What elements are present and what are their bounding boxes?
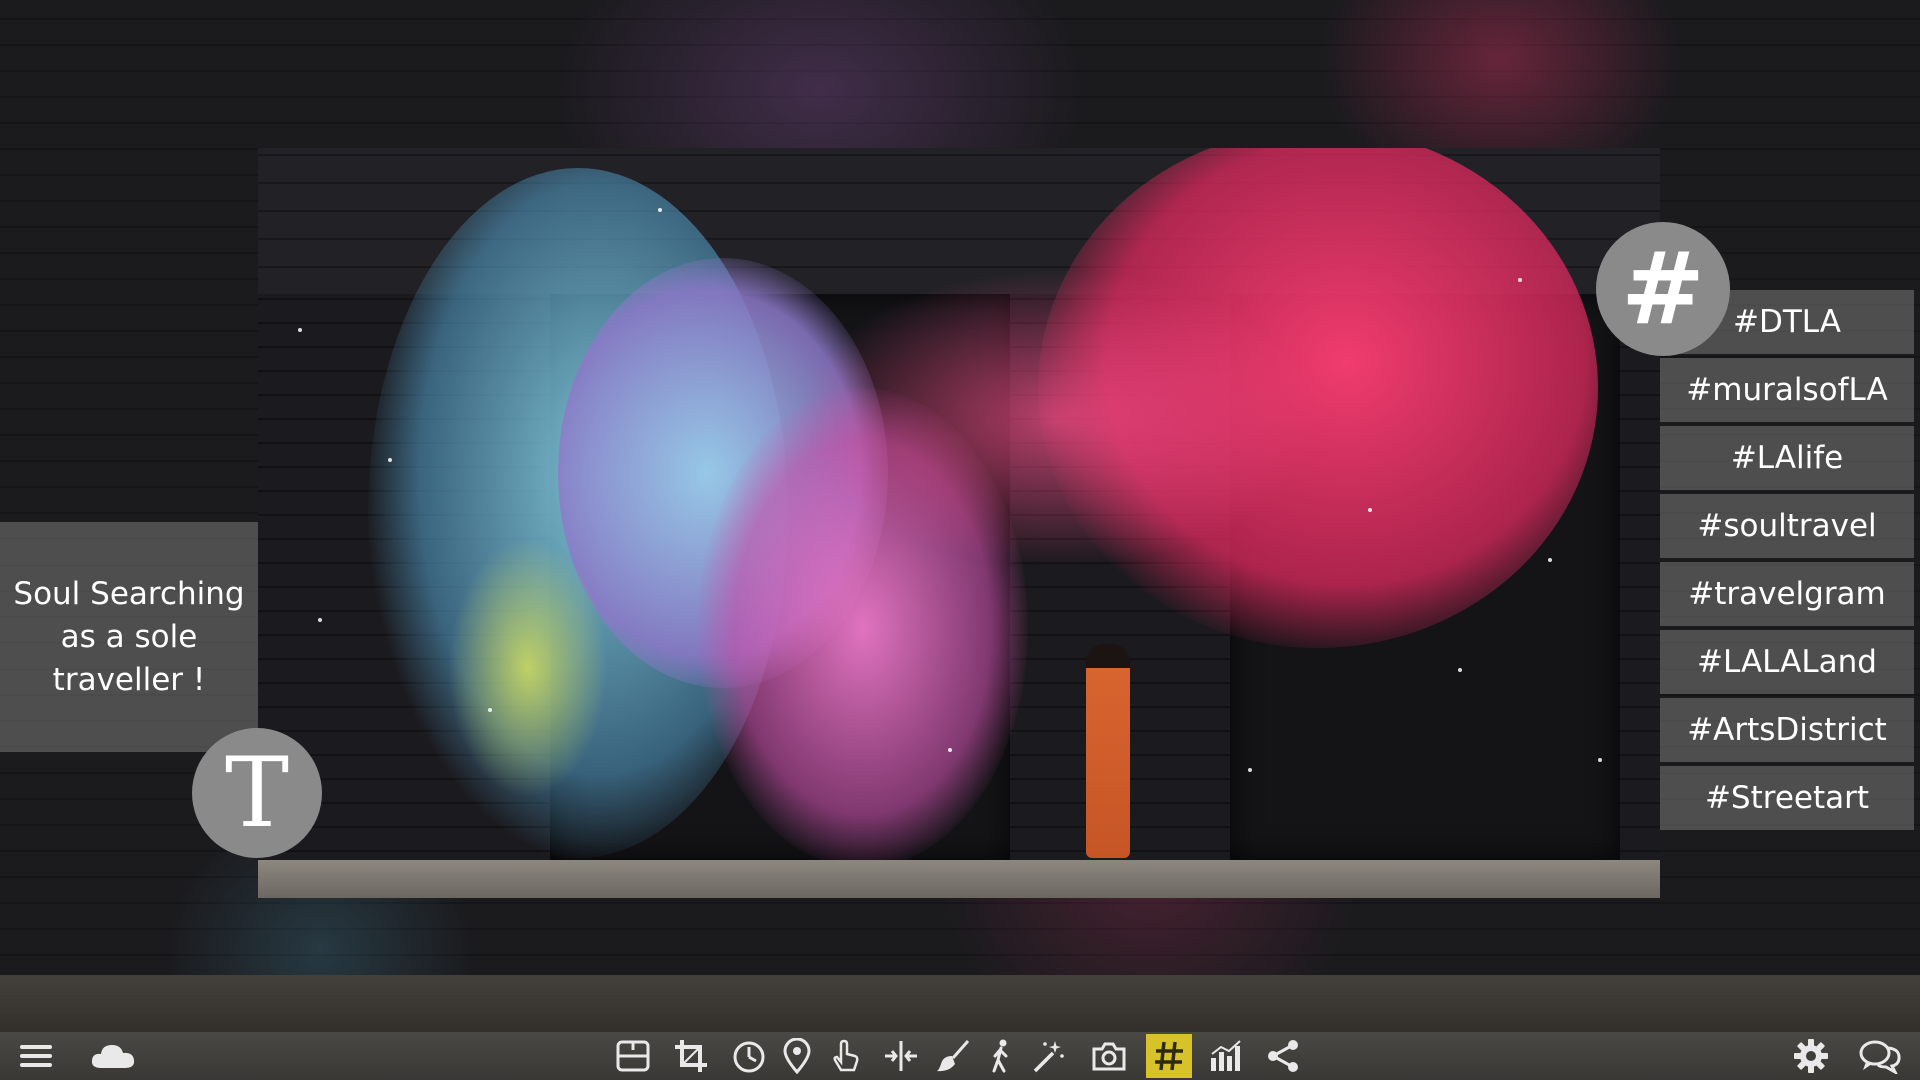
bar-chart-button[interactable] — [1204, 1035, 1246, 1077]
hashtag-item[interactable]: #Streetart — [1660, 766, 1914, 830]
caption-text: Soul Searching as a sole traveller ! — [4, 573, 254, 702]
hashtag-icon — [1155, 1041, 1183, 1071]
sparkle — [1248, 768, 1252, 772]
bottom-toolbar — [0, 1032, 1920, 1080]
timer-icon — [733, 1041, 765, 1073]
text-tool-button[interactable]: T — [192, 728, 322, 858]
caption-panel[interactable]: Soul Searching as a sole traveller ! — [0, 522, 258, 752]
hashtag-item[interactable]: #muralsofLA — [1660, 358, 1914, 422]
caption-line: traveller ! — [52, 661, 206, 698]
sparkle — [318, 618, 322, 622]
magic-wand-icon — [1033, 1041, 1064, 1073]
brush-button[interactable] — [932, 1035, 974, 1077]
caption-line: Soul Searching — [13, 575, 245, 612]
sparkle — [298, 328, 302, 332]
settings-icon — [1794, 1039, 1828, 1073]
sparkle — [658, 208, 662, 212]
share-icon — [1268, 1040, 1298, 1072]
hashtag-item[interactable]: #LAlife — [1660, 426, 1914, 490]
layout-icon — [616, 1040, 650, 1072]
magic-wand-button[interactable] — [1028, 1035, 1070, 1077]
crop-icon — [675, 1040, 707, 1072]
cloud-icon — [91, 1045, 135, 1068]
hashtag-button[interactable] — [1146, 1034, 1192, 1078]
person-in-red-jumpsuit — [1086, 644, 1130, 858]
sparkle — [1518, 278, 1522, 282]
touch-button[interactable] — [824, 1035, 866, 1077]
split-icon — [885, 1041, 917, 1071]
split-button[interactable] — [880, 1035, 922, 1077]
hashtag-icon: # — [1621, 230, 1705, 347]
brush-icon — [937, 1040, 970, 1072]
hashtag-badge-button[interactable]: # — [1596, 222, 1730, 356]
sidewalk-ground — [258, 860, 1660, 898]
settings-button[interactable] — [1790, 1035, 1832, 1077]
sparkle — [1548, 558, 1552, 562]
menu-button[interactable] — [10, 1035, 62, 1077]
timer-button[interactable] — [728, 1035, 770, 1077]
sparkle — [948, 748, 952, 752]
sparkle — [388, 458, 392, 462]
sparkle — [1368, 508, 1372, 512]
walking-person-button[interactable] — [980, 1035, 1022, 1077]
hashtag-item[interactable]: #soultravel — [1660, 494, 1914, 558]
cloud-button[interactable] — [80, 1035, 146, 1077]
mural-photo — [258, 148, 1660, 898]
mural-yellow-accent — [448, 538, 608, 798]
hashtag-item[interactable]: #LALALand — [1660, 630, 1914, 694]
camera-button[interactable] — [1088, 1035, 1130, 1077]
menu-icon — [20, 1045, 52, 1067]
caption-line: as a sole — [60, 618, 198, 655]
walking-person-icon — [992, 1039, 1008, 1073]
mural-light-streaks — [798, 268, 1318, 568]
bar-chart-icon — [1211, 1040, 1241, 1071]
hashtag-list: #DTLA #muralsofLA #LAlife #soultravel #t… — [1660, 290, 1914, 830]
crop-button[interactable] — [670, 1035, 712, 1077]
hashtag-item[interactable]: #ArtsDistrict — [1660, 698, 1914, 762]
share-button[interactable] — [1262, 1035, 1304, 1077]
hashtag-item[interactable]: #travelgram — [1660, 562, 1914, 626]
layout-button[interactable] — [612, 1035, 654, 1077]
sparkle — [1458, 668, 1462, 672]
camera-icon — [1092, 1042, 1126, 1071]
text-tool-icon: T — [224, 737, 290, 849]
sparkle — [1598, 758, 1602, 762]
location-pin-icon — [783, 1038, 811, 1074]
touch-icon — [833, 1039, 859, 1072]
sparkle — [488, 708, 492, 712]
chat-button[interactable] — [1852, 1035, 1908, 1077]
chat-icon — [1859, 1040, 1901, 1074]
location-button[interactable] — [776, 1035, 818, 1077]
